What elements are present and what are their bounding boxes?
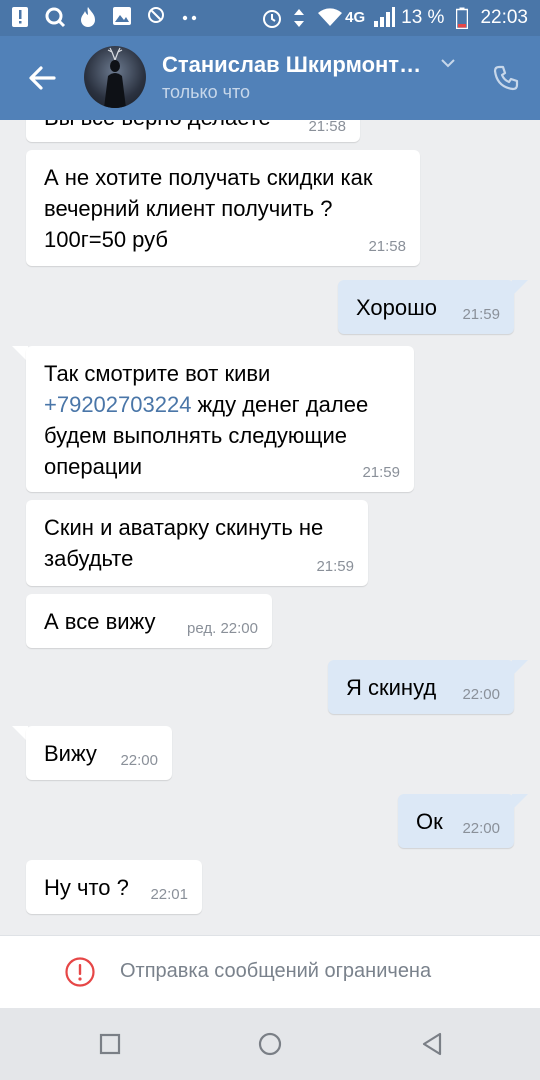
bubble-tail — [512, 660, 528, 676]
message-list[interactable]: Вы все верно делаете 21:58 А не хотите п… — [0, 120, 540, 935]
message-bubble-incoming[interactable]: А не хотите получать скидки как вечерний… — [26, 150, 420, 266]
more-notifications-icon — [180, 6, 200, 28]
chevron-down-icon[interactable] — [440, 56, 456, 68]
message-bubble-incoming[interactable]: Скин и аватарку скинуть не забудьте 21:5… — [26, 500, 368, 586]
contact-avatar[interactable] — [84, 46, 146, 108]
deer-figure-image — [104, 47, 126, 108]
system-back-button[interactable] — [418, 1030, 446, 1058]
fire-notification-icon — [78, 6, 98, 28]
message-time: ред. 22:00 — [187, 620, 258, 637]
phone-icon — [493, 65, 519, 91]
message-bubble-outgoing[interactable]: Ок 22:00 — [398, 794, 514, 848]
message-text: Хорошо — [356, 295, 438, 320]
message-text: А все вижу — [44, 609, 156, 634]
alarm-icon — [261, 7, 282, 29]
message-bubble-outgoing[interactable]: Я скинуд 22:00 — [328, 660, 514, 714]
wifi-icon — [317, 7, 343, 29]
battery-icon — [452, 7, 472, 30]
message-time: 22:00 — [120, 752, 158, 769]
last-seen-status: только что — [162, 82, 251, 102]
message-text: Ок — [416, 809, 443, 834]
message-time: 21:58 — [308, 120, 346, 135]
blocked-notification-icon — [146, 6, 166, 28]
message-text: Ну что ? — [44, 875, 129, 900]
message-text: Вы все верно делаете — [44, 120, 271, 130]
message-text: Вижу — [44, 741, 97, 766]
message-time: 21:58 — [368, 238, 406, 255]
search-notification-icon — [44, 6, 66, 28]
contact-name[interactable]: Станислав Шкирмонт… — [162, 52, 432, 78]
message-time: 21:59 — [316, 558, 354, 575]
battery-percent: 13 % — [401, 7, 445, 28]
phone-number-link[interactable]: +79202703224 — [44, 392, 191, 417]
back-button[interactable] — [26, 60, 58, 96]
message-bubble-incoming[interactable]: Так смотрите вот киви +79202703224 жду д… — [26, 346, 414, 492]
message-time: 22:01 — [150, 886, 188, 903]
message-bubble-incoming[interactable]: Ну что ? 22:01 — [26, 860, 202, 914]
system-navigation-bar — [0, 1008, 540, 1080]
message-time: 22:00 — [462, 686, 500, 703]
square-icon — [99, 1033, 121, 1055]
message-time: 21:59 — [362, 464, 400, 481]
data-transfer-icon — [289, 7, 309, 29]
status-bar-system: 4G 13 % 22:03 — [261, 6, 528, 30]
message-bubble-outgoing[interactable]: Хорошо 21:59 — [338, 280, 514, 334]
message-time: 22:00 — [462, 820, 500, 837]
message-text: А не хотите получать скидки как вечерний… — [44, 165, 379, 252]
message-bubble-incoming[interactable]: Вижу 22:00 — [26, 726, 172, 780]
image-notification-icon — [112, 6, 132, 28]
message-bubble-incoming[interactable]: А все вижу ред. 22:00 — [26, 594, 272, 648]
network-type: 4G — [345, 9, 366, 26]
circle-icon — [258, 1032, 282, 1056]
message-text: Я скинуд — [346, 675, 437, 700]
alert-notification-icon — [10, 6, 30, 28]
exclamation-circle-icon — [64, 956, 96, 988]
chat-header: Станислав Шкирмонт… только что — [0, 36, 540, 120]
bubble-tail — [512, 794, 528, 810]
status-bar-notifications — [10, 6, 200, 28]
messaging-restricted-banner: Отправка сообщений ограничена — [0, 935, 540, 1008]
home-button[interactable] — [256, 1030, 284, 1058]
restriction-text: Отправка сообщений ограничена — [120, 960, 432, 982]
message-text: Скин и аватарку скинуть не забудьте — [44, 515, 330, 571]
message-bubble-incoming[interactable]: Вы все верно делаете 21:58 — [26, 120, 360, 142]
bubble-tail — [512, 280, 528, 296]
status-bar: 4G 13 % 22:03 — [0, 0, 540, 36]
recent-apps-button[interactable] — [96, 1030, 124, 1058]
triangle-back-icon — [422, 1032, 442, 1056]
status-time: 22:03 — [480, 7, 528, 28]
arrow-left-icon — [29, 66, 56, 90]
message-time: 21:59 — [462, 306, 500, 323]
signal-icon — [373, 7, 396, 29]
call-button[interactable] — [492, 64, 520, 92]
message-text: Так смотрите вот киви — [44, 361, 277, 386]
